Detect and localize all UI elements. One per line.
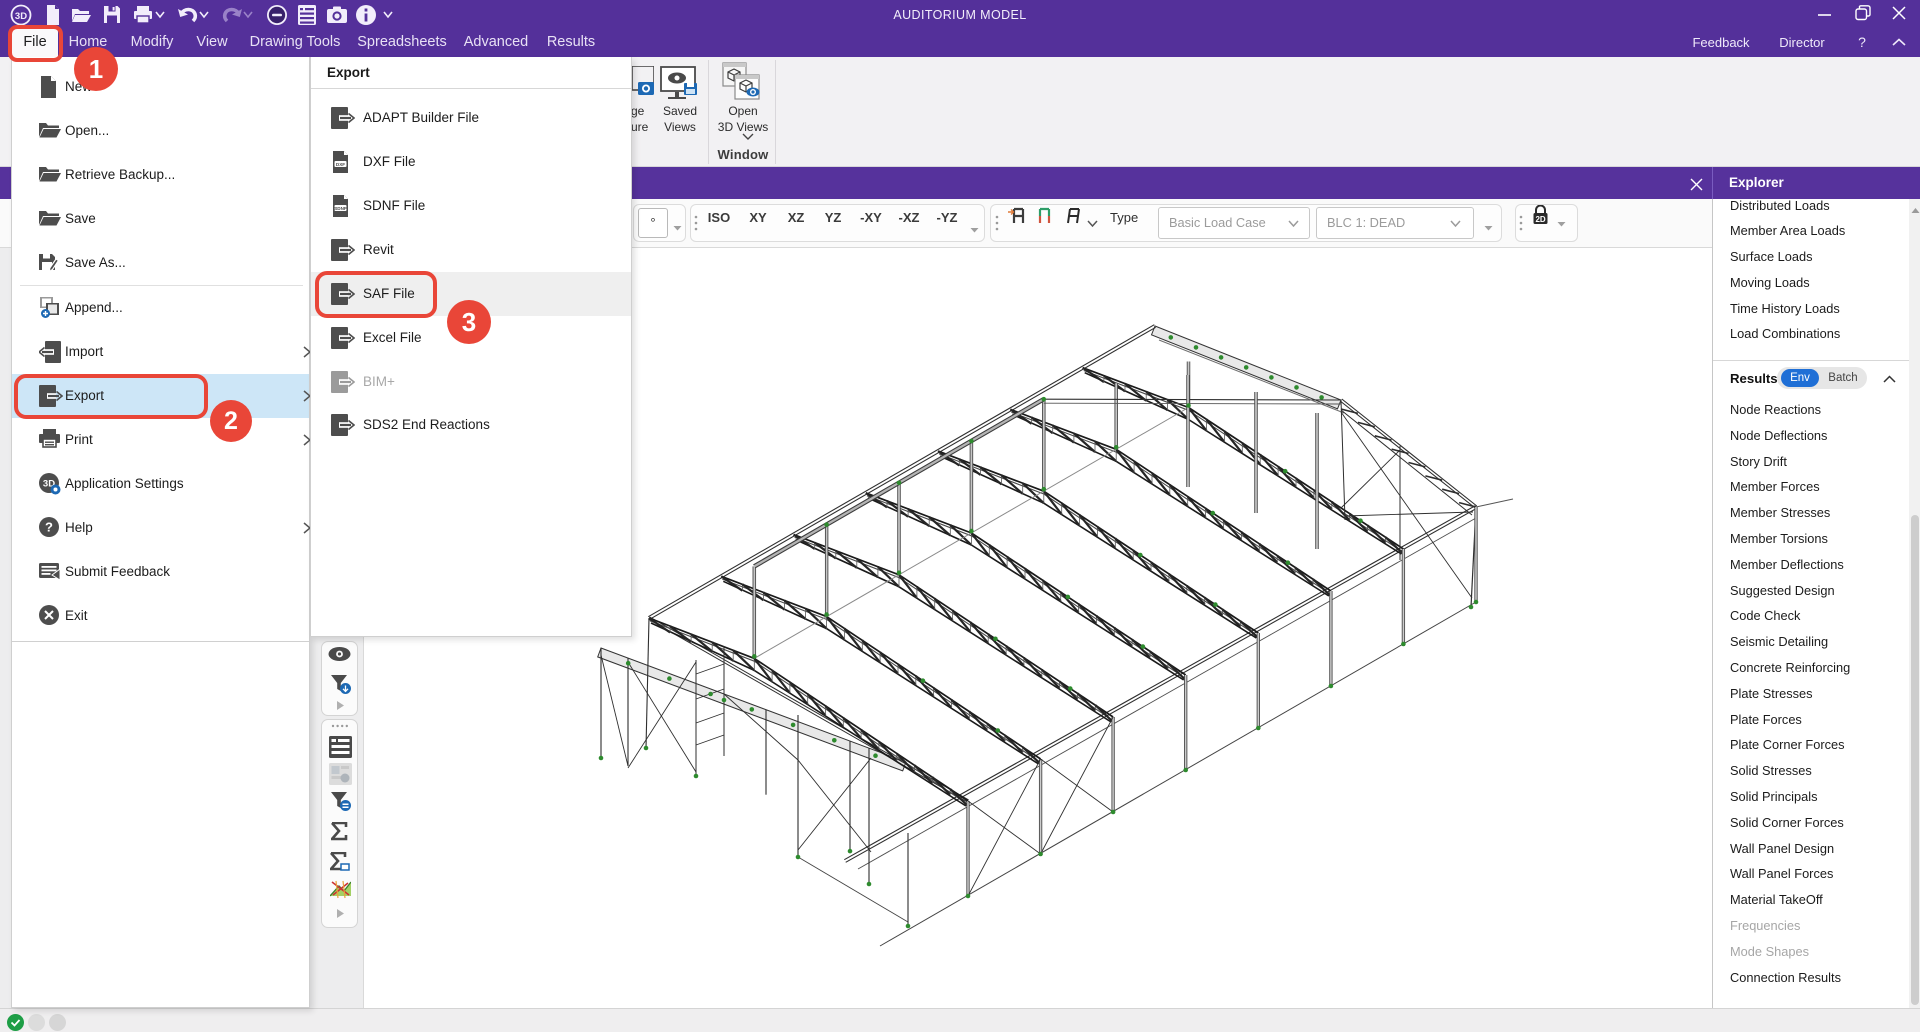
svg-text:SDNF: SDNF: [334, 206, 347, 211]
svg-text:DXF: DXF: [336, 162, 345, 167]
svg-text:?: ?: [45, 519, 53, 534]
